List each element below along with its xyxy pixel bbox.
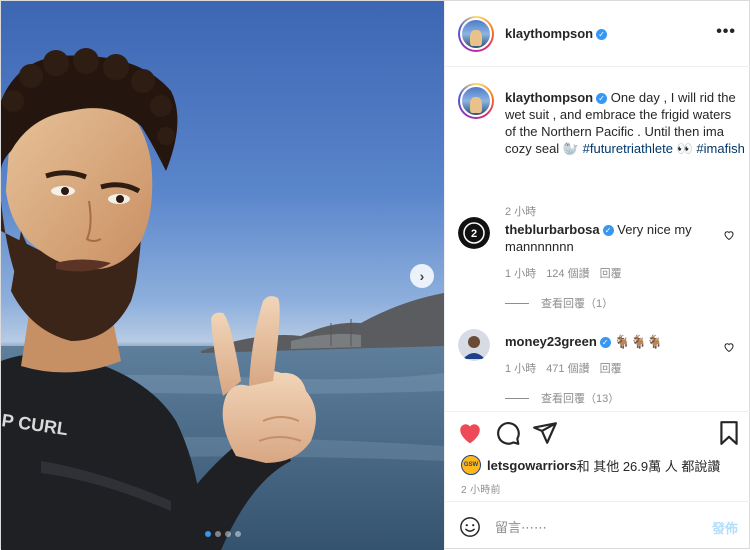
heart-icon[interactable] (723, 341, 735, 353)
view-replies-label[interactable]: 查看回覆（13） (541, 390, 619, 406)
post-actions: GSW letsgowarriors 和 其他 26.9萬 人 都說讚 2 小時… (445, 411, 750, 501)
author-avatar[interactable] (458, 16, 494, 52)
heart-icon[interactable] (723, 229, 735, 241)
caption-username[interactable]: klaythompson (505, 90, 593, 105)
reply-button[interactable]: 回覆 (600, 265, 622, 281)
carousel-dot (225, 531, 231, 537)
comment-input[interactable] (495, 516, 685, 538)
replies-divider (505, 398, 529, 399)
carousel-indicator (1, 531, 444, 537)
bookmark-icon[interactable] (716, 420, 742, 446)
author-username-text[interactable]: klaythompson (505, 26, 593, 41)
comments-list[interactable]: klaythompson✓ One day , I will rid the w… (445, 67, 750, 411)
hashtag-futuretriathlete[interactable]: #futuretriathlete (583, 141, 673, 156)
replies-divider (505, 303, 529, 304)
svg-text:2: 2 (471, 228, 477, 240)
post-side-panel: klaythompson✓ ••• klaythompson✓ One day … (444, 1, 750, 550)
caption-emoji: 👀 (677, 141, 693, 156)
likes-summary[interactable]: GSW letsgowarriors 和 其他 26.9萬 人 都說讚 (461, 455, 720, 475)
likes-count-text[interactable]: 和 其他 26.9萬 人 都說讚 (577, 456, 721, 475)
commenter-username[interactable]: theblurbarbosa (505, 222, 600, 237)
caption-avatar[interactable] (458, 83, 494, 119)
comment-time[interactable]: 1 小時 (505, 360, 536, 376)
view-replies-label[interactable]: 查看回覆（1） (541, 295, 613, 311)
commenter-avatar[interactable] (458, 329, 490, 361)
verified-icon: ✓ (596, 93, 607, 104)
hashtag-imafish[interactable]: #imafish (696, 141, 744, 156)
instagram-post: P CURL (0, 0, 750, 549)
verified-icon: ✓ (600, 337, 611, 348)
comment-item: 2 theblurbarbosa✓ Very nice my mannnnnnn… (458, 217, 748, 312)
reply-button[interactable]: 回覆 (600, 360, 622, 376)
more-icon[interactable]: ••• (716, 23, 736, 41)
heart-icon[interactable] (457, 420, 483, 446)
verified-icon: ✓ (596, 29, 607, 40)
carousel-next-button[interactable]: › (410, 264, 434, 288)
view-replies-button[interactable]: 查看回覆（13） (505, 390, 619, 406)
comment-meta: 1 小時 124 個讚 回覆 (505, 265, 622, 281)
add-comment-bar: 發佈 (445, 501, 750, 550)
comment-likes[interactable]: 124 個讚 (546, 265, 589, 281)
commenter-avatar[interactable]: 2 (458, 217, 490, 249)
liker-avatar[interactable]: GSW (461, 455, 481, 475)
carousel-dot (235, 531, 241, 537)
commenter-username[interactable]: money23green (505, 334, 597, 349)
post-photo[interactable]: P CURL (1, 1, 444, 550)
verified-icon: ✓ (603, 225, 614, 236)
comment-likes[interactable]: 471 個讚 (546, 360, 589, 376)
post-header: klaythompson✓ ••• (445, 1, 750, 67)
post-timestamp[interactable]: 2 小時前 (461, 481, 501, 496)
comment-text: 🐐🐐🐐 (614, 334, 663, 349)
photo-illustration: P CURL (1, 1, 444, 550)
post-comment-button[interactable]: 發佈 (712, 518, 738, 537)
comment-time[interactable]: 1 小時 (505, 265, 536, 281)
smile-icon[interactable] (459, 516, 481, 538)
comment-body: theblurbarbosa✓ Very nice my mannnnnnn (505, 221, 715, 255)
author-username[interactable]: klaythompson✓ (505, 26, 607, 41)
view-replies-button[interactable]: 查看回覆（1） (505, 295, 613, 311)
liker-username[interactable]: letsgowarriors (487, 458, 577, 473)
comment-icon[interactable] (495, 420, 521, 446)
comment-meta: 1 小時 471 個讚 回覆 (505, 360, 622, 376)
comment-body: money23green✓ 🐐🐐🐐 (505, 333, 715, 350)
chevron-right-icon: › (420, 268, 425, 284)
share-icon[interactable] (532, 420, 558, 446)
carousel-dot-active (205, 531, 211, 537)
comment-item: money23green✓ 🐐🐐🐐 1 小時 471 個讚 回覆 查看回覆（13… (458, 329, 748, 411)
carousel-dot (215, 531, 221, 537)
caption-text: klaythompson✓ One day , I will rid the w… (505, 89, 745, 157)
